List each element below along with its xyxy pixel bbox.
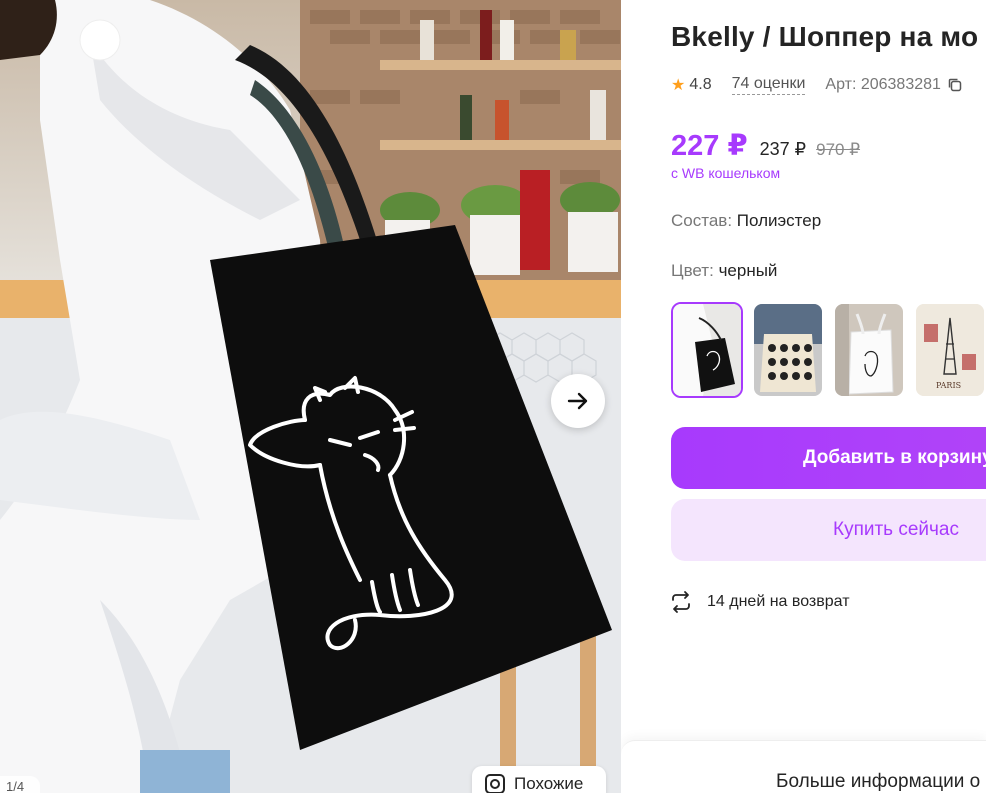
thumbnail-paris-bag[interactable]: PARIS	[914, 302, 986, 398]
star-icon: ★	[671, 77, 686, 94]
buy-now-button[interactable]: Купить сейчас	[671, 499, 986, 561]
color-label: Цвет:	[671, 261, 714, 280]
variant-thumbnails: PARIS	[671, 302, 986, 398]
rating-row: ★ 4.8 74 оценки Арт: 206383281	[671, 75, 963, 95]
color-value: черный	[718, 261, 778, 280]
similar-button[interactable]: Похожие	[472, 766, 606, 793]
price-wallet: 227 ₽	[671, 130, 748, 162]
more-info-label: Больше информации о	[776, 771, 981, 792]
similar-search-icon	[485, 774, 505, 793]
rating-value: 4.8	[689, 76, 712, 93]
reviews-link[interactable]: 74 оценки	[731, 75, 806, 95]
copy-icon[interactable]	[947, 77, 963, 93]
price-old: 970 ₽	[816, 140, 861, 159]
composition: Состав: Полиэстер	[671, 211, 821, 231]
arrow-right-icon	[567, 392, 588, 410]
more-info-panel[interactable]: Больше информации о	[621, 740, 986, 793]
thumbnail-faces-bag-beige[interactable]	[752, 302, 824, 398]
similar-button-label: Похожие	[514, 774, 584, 793]
product-photo[interactable]: 1/4 Похожие	[0, 0, 621, 793]
next-image-button[interactable]	[551, 374, 605, 428]
composition-label: Состав:	[671, 211, 733, 230]
product-info-panel: Bkelly / Шоппер на мо ★ 4.8 74 оценки Ар…	[621, 0, 986, 793]
article-number: Арт: 206383281	[825, 76, 941, 93]
product-title: Bkelly / Шоппер на мо	[671, 21, 979, 52]
wallet-note[interactable]: с WB кошельком	[671, 165, 780, 181]
svg-text:PARIS: PARIS	[936, 381, 961, 390]
price-row: 227 ₽ 237 ₽ 970 ₽	[671, 128, 860, 163]
return-policy[interactable]: 14 дней на возврат	[669, 590, 850, 614]
thumbnail-cat-bag-black[interactable]	[671, 302, 743, 398]
image-counter: 1/4	[0, 776, 40, 793]
color: Цвет: черный	[671, 261, 777, 281]
price-without-wallet: 237 ₽	[759, 139, 807, 159]
add-to-cart-button[interactable]: Добавить в корзину	[671, 427, 986, 489]
return-arrows-icon	[672, 591, 690, 613]
product-photo-image	[0, 0, 621, 793]
composition-value: Полиэстер	[736, 211, 822, 230]
thumbnail-cat-bag-white[interactable]	[833, 302, 905, 398]
return-policy-label: 14 дней на возврат	[707, 593, 850, 610]
